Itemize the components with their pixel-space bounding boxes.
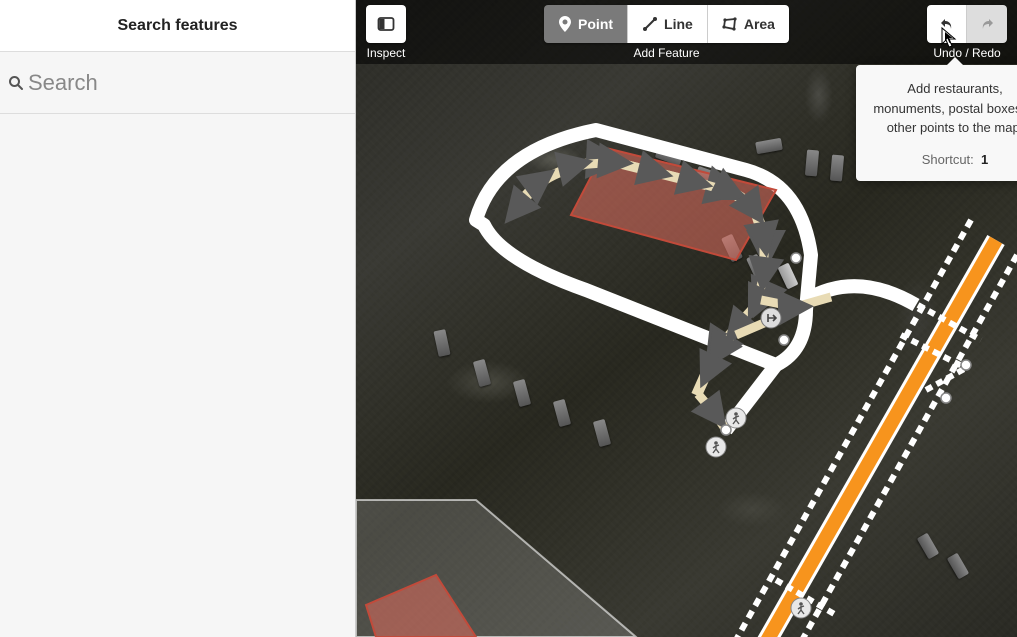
search-input[interactable] <box>28 70 349 96</box>
inspect-label: Inspect <box>367 46 406 60</box>
undo-redo-group: Undo / Redo <box>927 5 1007 60</box>
add-point-label: Point <box>578 16 613 32</box>
footway[interactable] <box>761 297 831 307</box>
sidebar: Search features <box>0 0 356 637</box>
undo-button[interactable] <box>927 5 967 43</box>
map-node[interactable] <box>721 425 731 435</box>
tooltip-description: Add restaurants, monuments, postal boxes… <box>872 79 1017 138</box>
add-line-button[interactable]: Line <box>628 5 708 43</box>
redo-button[interactable] <box>967 5 1007 43</box>
add-feature-label: Add Feature <box>633 46 699 60</box>
add-point-button[interactable]: Point <box>544 5 628 43</box>
add-area-label: Area <box>744 16 775 32</box>
panel-icon <box>377 15 395 33</box>
undo-redo-label: Undo / Redo <box>933 46 1000 60</box>
map-node[interactable] <box>779 335 789 345</box>
point-tooltip: Add restaurants, monuments, postal boxes… <box>856 65 1017 181</box>
add-line-label: Line <box>664 16 693 32</box>
pedestrian-icon[interactable] <box>726 408 746 428</box>
add-area-button[interactable]: Area <box>708 5 789 43</box>
search-icon <box>6 75 26 91</box>
sidebar-header: Search features <box>0 0 355 52</box>
map-node[interactable] <box>791 253 801 263</box>
pin-icon <box>558 16 572 32</box>
search-row <box>0 52 355 114</box>
undo-icon <box>939 16 955 32</box>
footway[interactable] <box>698 394 726 430</box>
inspect-button[interactable] <box>366 5 406 43</box>
map-node[interactable] <box>961 360 971 370</box>
top-toolbar: Inspect Point Line <box>356 0 1017 64</box>
map-node[interactable] <box>941 393 951 403</box>
tooltip-shortcut: Shortcut: 1 <box>872 152 1017 167</box>
sidebar-title: Search features <box>117 17 237 35</box>
redo-icon <box>979 16 995 32</box>
sidewalk[interactable] <box>791 255 1017 637</box>
pedestrian-icon[interactable] <box>791 598 811 618</box>
pedestrian-icon[interactable] <box>706 437 726 457</box>
add-feature-group: Point Line Area Add Feature <box>544 5 789 60</box>
line-icon <box>642 16 658 32</box>
area-icon <box>722 16 738 32</box>
entrance-icon[interactable] <box>761 308 781 328</box>
map-canvas[interactable]: Inspect Point Line <box>356 0 1017 637</box>
inspect-group: Inspect <box>366 5 406 60</box>
